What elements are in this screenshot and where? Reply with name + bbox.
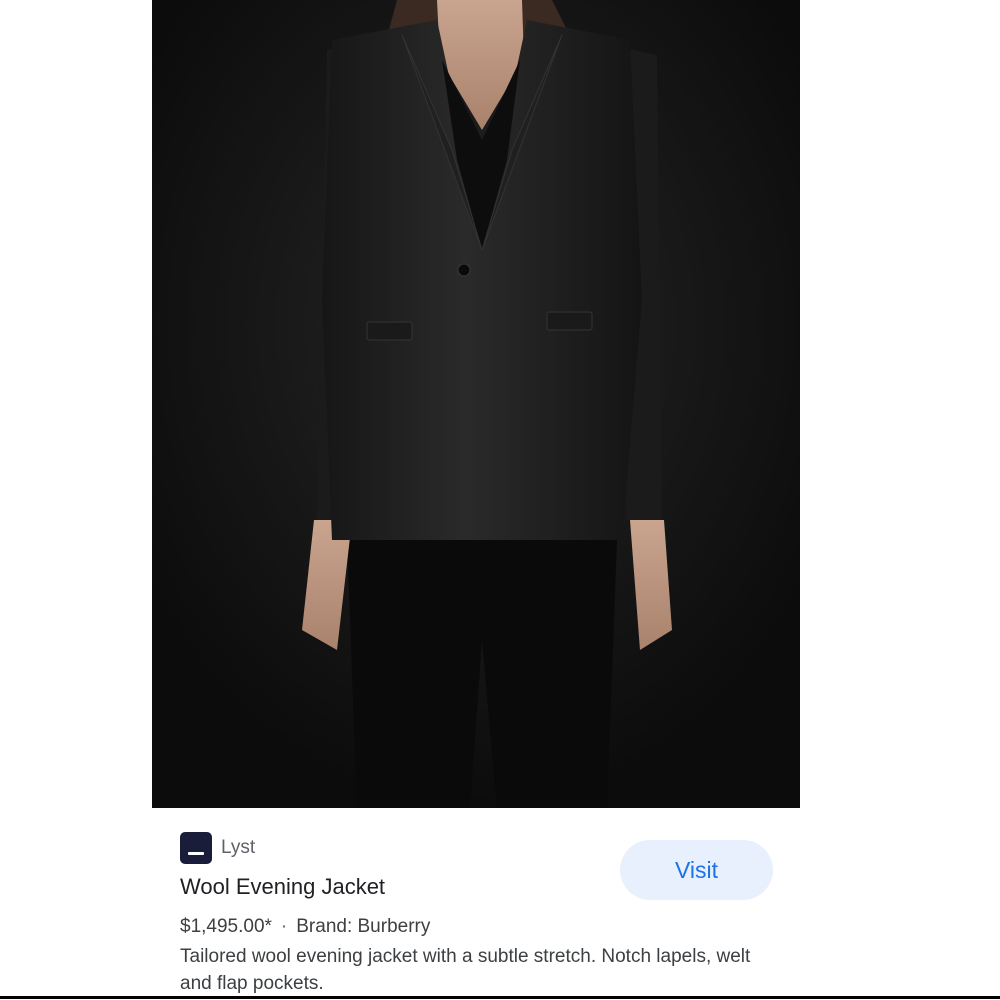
divider [0,996,1000,999]
product-description: Tailored wool evening jacket with a subt… [180,946,751,994]
price: $1,495.00* [180,916,272,937]
source-name: Lyst [221,837,256,858]
product-title[interactable]: Wool Evening Jacket [180,874,385,900]
lyst-logo-icon [180,832,212,864]
meta-separator: · [280,916,288,937]
visit-button[interactable]: Visit [620,840,773,900]
product-meta: $1,495.00* · Brand: Burberry [180,916,430,938]
source-row[interactable]: Lyst [180,832,255,864]
product-image[interactable] [152,0,800,808]
brand: Brand: Burberry [296,916,431,937]
